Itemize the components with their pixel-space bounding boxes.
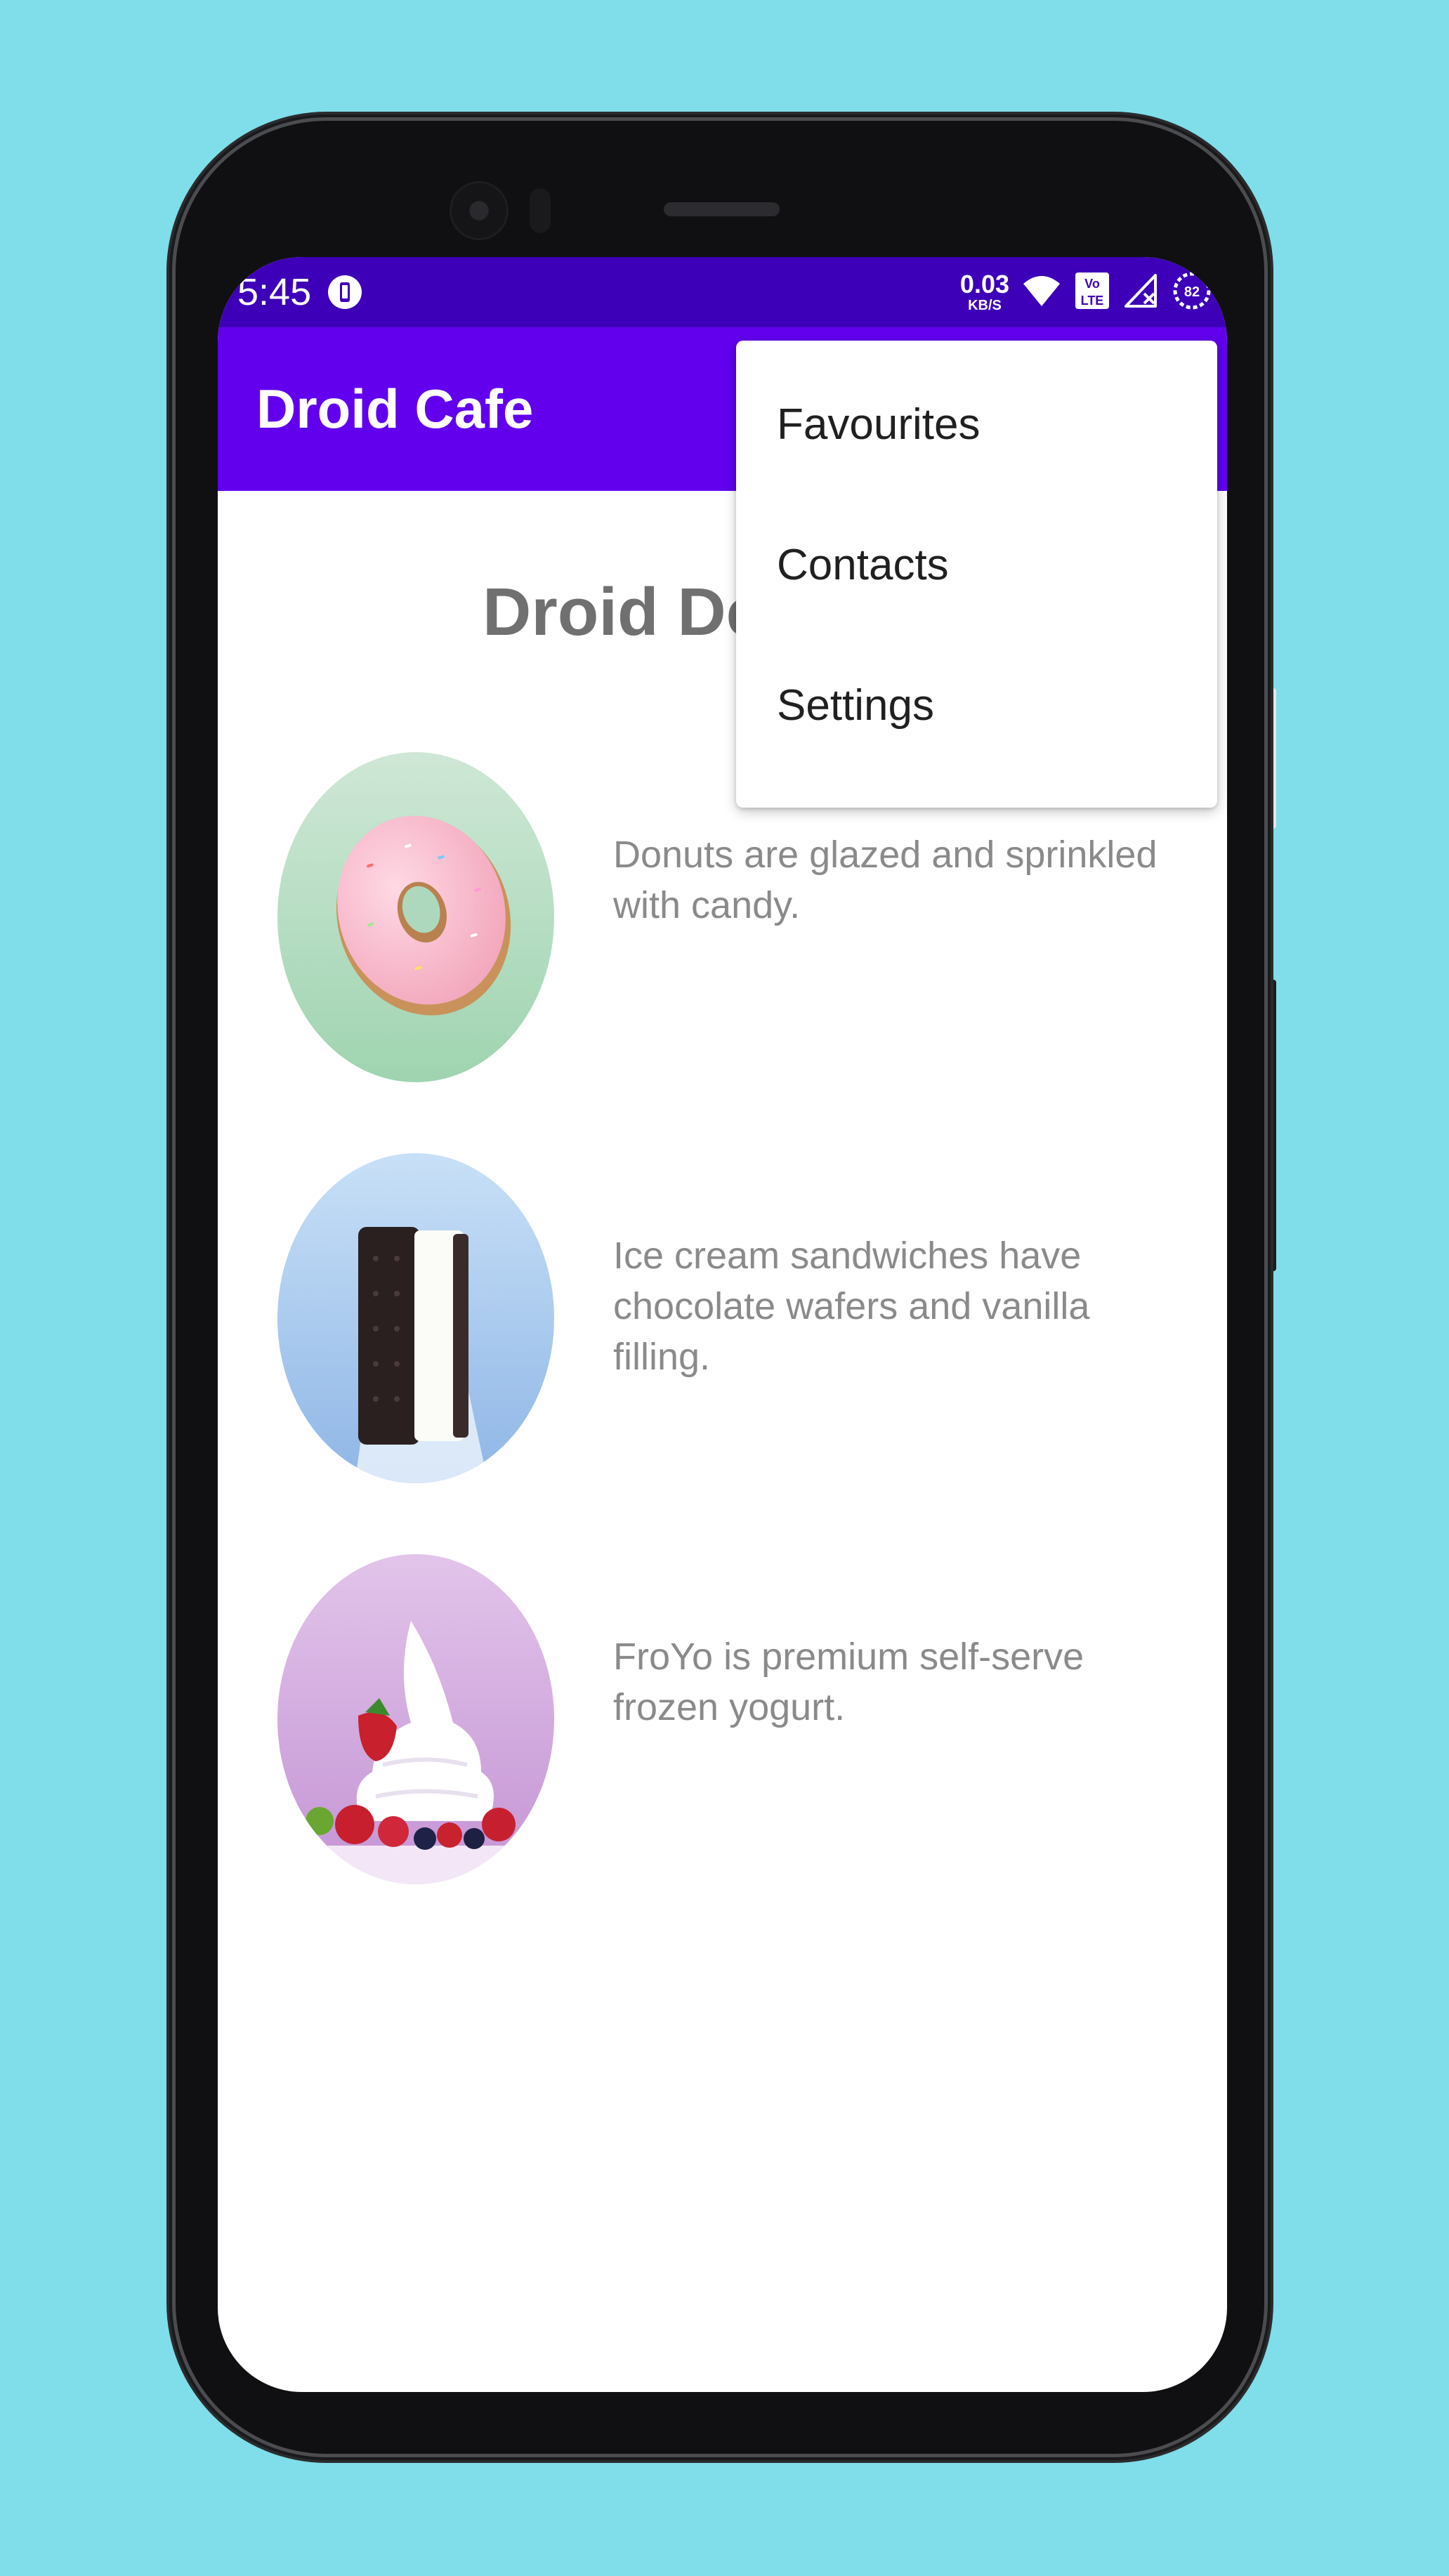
froyo-description: FroYo is premium self-serve frozen yogur… (613, 1636, 1084, 1728)
signal-icon (1123, 272, 1160, 313)
notification-icon (327, 274, 363, 310)
wifi-icon (1022, 274, 1061, 311)
front-camera (450, 181, 509, 240)
network-speed-unit: KB/S (968, 298, 1002, 313)
proximity-sensor (530, 188, 551, 233)
status-time: 5:45 (237, 271, 312, 313)
ice-cream-sandwich-description: Ice cream sandwiches have chocolate wafe… (613, 1235, 1090, 1378)
menu-item-settings[interactable]: Settings (736, 636, 1217, 776)
volume-button (1262, 688, 1276, 829)
dessert-item-ice-cream-sandwich: Ice cream sandwiches have chocolate wafe… (277, 1153, 1191, 1483)
svg-text:LTE: LTE (1081, 294, 1104, 308)
donut-description: Donuts are glazed and sprinkled with can… (613, 834, 1158, 926)
overflow-menu: Favourites Contacts Settings (736, 341, 1217, 808)
froyo-image[interactable] (277, 1554, 554, 1884)
earpiece-speaker (664, 202, 780, 216)
status-bar: 5:45 0.03 KB/S Vo LTE 82 (218, 257, 1227, 327)
ice-cream-sandwich-image[interactable] (277, 1153, 554, 1483)
menu-item-favourites[interactable]: Favourites (736, 355, 1217, 495)
donut-image[interactable] (277, 752, 554, 1082)
network-speed-value: 0.03 (959, 270, 1009, 298)
battery-icon: 82 (1172, 271, 1212, 314)
status-icons: 0.03 KB/S Vo LTE 82 (960, 270, 1212, 315)
dessert-item-froyo: FroYo is premium self-serve frozen yogur… (277, 1554, 1191, 1884)
battery-level: 82 (1184, 284, 1200, 300)
svg-text:Vo: Vo (1084, 277, 1100, 291)
network-speed: 0.03 KB/S (960, 272, 1009, 313)
device-mockup: 5:45 0.03 KB/S Vo LTE 82 Droid Cafe Droi… (0, 0, 1449, 2576)
app-title: Droid Cafe (256, 378, 534, 440)
menu-item-contacts[interactable]: Contacts (736, 495, 1217, 636)
volte-icon: Vo LTE (1074, 271, 1110, 314)
power-button (1262, 980, 1276, 1271)
